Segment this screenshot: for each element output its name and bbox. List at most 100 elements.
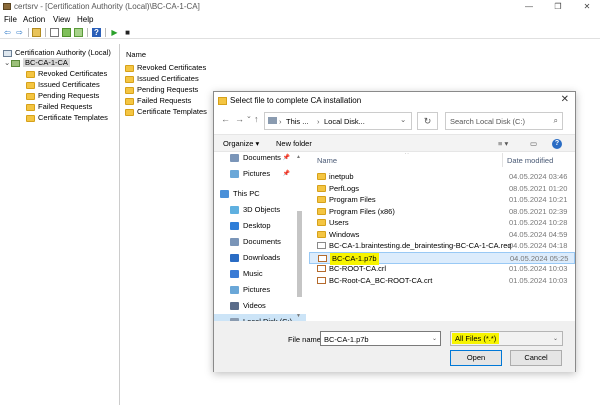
- tree-item-pending[interactable]: Pending Requests: [26, 91, 99, 101]
- nav-item-documents[interactable]: Documents: [214, 234, 306, 250]
- forward-icon[interactable]: ⇨: [15, 28, 24, 37]
- back-icon[interactable]: ⇦: [3, 28, 12, 37]
- export-icon[interactable]: [74, 28, 83, 37]
- list-item[interactable]: Pending Requests: [125, 85, 198, 95]
- search-input[interactable]: [450, 116, 546, 127]
- search-box[interactable]: ⌕: [445, 112, 563, 130]
- toolbar-separator: [87, 28, 88, 37]
- menu-view[interactable]: View: [53, 15, 70, 24]
- column-header-date-modified[interactable]: Date modified: [507, 156, 553, 165]
- nav-item-3d-objects[interactable]: 3D Objects: [214, 202, 306, 218]
- folder-icon: [26, 92, 35, 100]
- tree-root[interactable]: Certification Authority (Local): [3, 48, 111, 58]
- open-button[interactable]: Open: [450, 350, 502, 366]
- refresh-button[interactable]: ↻: [417, 112, 438, 130]
- nav-item-local-disk-c[interactable]: Local Disk (C:): [214, 314, 306, 321]
- breadcrumb-this-pc[interactable]: This ...: [286, 117, 309, 126]
- recent-locations-chevron-icon[interactable]: ⌄: [246, 112, 252, 120]
- file-name: inetpub: [329, 172, 354, 181]
- help-icon[interactable]: ?: [552, 139, 562, 149]
- properties-icon[interactable]: [50, 28, 59, 37]
- nav-item-music[interactable]: Music: [214, 266, 306, 282]
- preview-pane-button[interactable]: ▭: [530, 139, 537, 148]
- expand-chevron-icon[interactable]: ⌄: [4, 58, 11, 68]
- tree-ca-node[interactable]: ⌄ BC-CA-1-CA: [4, 58, 70, 68]
- nav-item-pictures[interactable]: Pictures: [214, 282, 306, 298]
- address-dropdown-chevron-icon[interactable]: ⌄: [400, 115, 406, 124]
- nav-item-label: Documents: [243, 237, 281, 246]
- column-header-name[interactable]: Name: [126, 50, 146, 59]
- column-divider[interactable]: [502, 153, 503, 167]
- menu-action[interactable]: Action: [23, 15, 45, 24]
- list-item[interactable]: Failed Requests: [125, 96, 191, 106]
- file-row[interactable]: BC-ROOT-CA.crl 01.05.2024 10:03: [309, 263, 575, 275]
- file-date-modified: 01.05.2024 10:03: [509, 275, 568, 285]
- scrollbar-thumb[interactable]: [297, 211, 302, 297]
- restore-button[interactable]: ❐: [549, 1, 567, 12]
- close-button[interactable]: ✕: [578, 1, 596, 12]
- nav-forward-button[interactable]: →: [235, 114, 244, 124]
- file-list: Name ^ Date modified inetpub 04.05.2024 0…: [309, 153, 575, 321]
- cancel-button[interactable]: Cancel: [510, 350, 562, 366]
- dialog-close-button[interactable]: ✕: [561, 94, 569, 105]
- help-icon[interactable]: ?: [92, 28, 101, 37]
- menu-help[interactable]: Help: [77, 15, 93, 24]
- up-folder-icon[interactable]: [32, 28, 41, 37]
- nav-item-desktop[interactable]: Desktop: [214, 218, 306, 234]
- list-item[interactable]: Revoked Certificates: [125, 63, 206, 73]
- file-name-input[interactable]: BC-CA-1.p7b ⌄: [320, 331, 441, 346]
- nav-item-pictures[interactable]: Pictures 📌: [214, 166, 306, 182]
- tree-item-label: Certificate Templates: [38, 113, 108, 122]
- nav-item-label: This PC: [233, 189, 260, 198]
- folder-icon: [125, 86, 134, 94]
- tree-item-revoked[interactable]: Revoked Certificates: [26, 69, 107, 79]
- tree-root-label: Certification Authority (Local): [15, 48, 111, 57]
- navigation-scrollbar[interactable]: ▲ ▼: [295, 153, 304, 321]
- new-folder-button[interactable]: New folder: [276, 139, 312, 148]
- breadcrumb-local-disk[interactable]: Local Disk...: [324, 117, 365, 126]
- file-row[interactable]: BC-CA-1.braintesting.de_braintesting-BC-…: [309, 240, 575, 252]
- nav-item-videos[interactable]: Videos: [214, 298, 306, 314]
- chevron-down-icon[interactable]: ⌄: [432, 335, 437, 342]
- nav-item-documents[interactable]: Documents 📌: [214, 153, 306, 166]
- nav-up-button[interactable]: ↑: [254, 114, 259, 124]
- tree-item-issued[interactable]: Issued Certificates: [26, 80, 100, 90]
- start-service-icon[interactable]: ▶: [110, 28, 119, 37]
- nav-item-this-pc[interactable]: This PC: [214, 186, 306, 202]
- menu-file[interactable]: File: [4, 15, 17, 24]
- file-row[interactable]: Windows 04.05.2024 04:59: [309, 229, 575, 241]
- refresh-icon[interactable]: [62, 28, 71, 37]
- list-item-label: Certificate Templates: [137, 107, 207, 116]
- file-row[interactable]: Program Files 01.05.2024 10:21: [309, 194, 575, 206]
- file-row[interactable]: PerfLogs 08.05.2021 01:20: [309, 183, 575, 195]
- minimize-button[interactable]: —: [520, 1, 538, 12]
- list-item[interactable]: Issued Certificates: [125, 74, 199, 84]
- address-bar[interactable]: › This ... › Local Disk... ⌄: [264, 112, 412, 130]
- scroll-up-arrow-icon[interactable]: ▲: [296, 154, 301, 160]
- pin-icon: 📌: [282, 155, 290, 161]
- window-title: certsrv - [Certification Authority (Loca…: [14, 2, 200, 11]
- view-options-button[interactable]: ≡ ▾: [498, 139, 508, 148]
- scroll-down-arrow-icon[interactable]: ▼: [296, 313, 301, 319]
- nav-back-button[interactable]: ←: [221, 114, 230, 124]
- file-row[interactable]: Program Files (x86) 08.05.2021 02:39: [309, 206, 575, 218]
- console-tree: Certification Authority (Local) ⌄ BC-CA-1…: [0, 44, 120, 405]
- list-item-label: Revoked Certificates: [137, 63, 207, 72]
- file-dialog: Select file to complete CA installation …: [213, 91, 576, 372]
- sort-indicator-icon: ^: [405, 153, 409, 158]
- crl-icon: [317, 265, 326, 272]
- tree-item-failed[interactable]: Failed Requests: [26, 102, 92, 112]
- file-type-filter[interactable]: All Files (*.*) ⌄: [450, 331, 563, 346]
- organize-button[interactable]: Organize ▾: [223, 139, 259, 148]
- nav-item-label: Desktop: [243, 221, 271, 230]
- stop-service-icon[interactable]: ■: [123, 28, 132, 37]
- tree-item-templates[interactable]: Certificate Templates: [26, 113, 108, 123]
- file-row[interactable]: BC-Root-CA_BC-ROOT-CA.crt 01.05.2024 10:0…: [309, 275, 575, 287]
- column-header-name[interactable]: Name: [317, 156, 337, 165]
- list-item[interactable]: Certificate Templates: [125, 107, 207, 117]
- file-row[interactable]: Users 01.05.2024 10:28: [309, 217, 575, 229]
- nav-item-downloads[interactable]: Downloads: [214, 250, 306, 266]
- file-row[interactable]: inetpub 04.05.2024 03:46: [309, 171, 575, 183]
- file-name: BC-Root-CA_BC-ROOT-CA.crt: [329, 275, 433, 285]
- file-row[interactable]: BC-CA-1.p7b 04.05.2024 05:25: [309, 251, 575, 265]
